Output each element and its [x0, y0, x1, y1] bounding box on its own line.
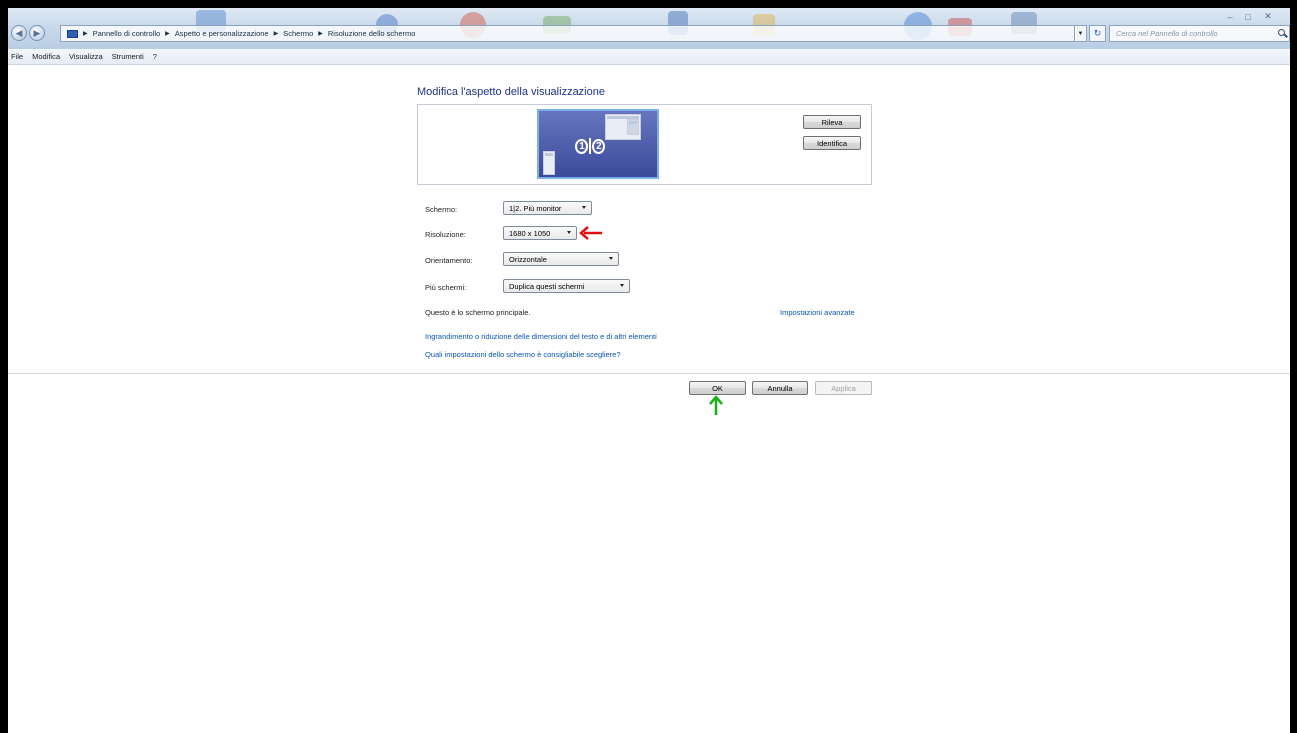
- identify-button[interactable]: Identifica: [803, 136, 861, 150]
- cancel-button[interactable]: Annulla: [752, 381, 808, 395]
- menu-tools[interactable]: Strumenti: [112, 52, 144, 61]
- monitor-1-2[interactable]: 1 2: [537, 109, 659, 179]
- breadcrumb-control-panel[interactable]: Pannello di controllo: [93, 29, 161, 38]
- resolution-select[interactable]: 1680 x 1050: [503, 226, 577, 240]
- chevron-right-icon: ▶: [318, 31, 323, 37]
- screen-select-value: 1|2. Più monitor: [509, 203, 562, 213]
- mini-window-thumbnail: [627, 119, 639, 135]
- orientation-select-value: Orizzontale: [509, 254, 547, 264]
- red-arrow-icon: [579, 226, 602, 240]
- monitor-separator: [589, 138, 591, 154]
- address-dropdown-button[interactable]: ▼: [1074, 25, 1087, 42]
- search-input[interactable]: Cerca nel Pannello di controllo: [1109, 25, 1290, 42]
- screen-label: Schermo:: [425, 205, 458, 214]
- window: – □ ✕ ◀ ▶ ▶ Pannello di controllo ▶ Aspe…: [8, 8, 1290, 733]
- close-button[interactable]: ✕: [1260, 10, 1276, 23]
- orientation-label: Orientamento:: [425, 256, 473, 265]
- menu-bar: File Modifica Visualizza Strumenti ?: [8, 49, 1290, 65]
- menu-file[interactable]: File: [11, 52, 23, 61]
- mini-window-thumbnail: [543, 151, 555, 175]
- monitor-number-1: 1: [575, 138, 589, 154]
- breadcrumb-display[interactable]: Schermo: [283, 29, 313, 38]
- multiple-displays-label: Più schermi:: [425, 283, 467, 292]
- address-bar[interactable]: ▶ Pannello di controllo ▶ Aspetto e pers…: [60, 25, 1078, 42]
- chevron-down-icon: [620, 284, 624, 287]
- chevron-right-icon: ▶: [273, 31, 279, 37]
- resolution-select-value: 1680 x 1050: [509, 228, 551, 238]
- chevron-down-icon: [609, 257, 613, 260]
- orientation-select[interactable]: Orizzontale: [503, 252, 619, 266]
- search-placeholder: Cerca nel Pannello di controllo: [1116, 29, 1218, 38]
- resize-text-link[interactable]: Ingrandimento o riduzione delle dimensio…: [425, 332, 657, 341]
- multiple-displays-select[interactable]: Duplica questi schermi: [503, 279, 630, 293]
- ok-button[interactable]: OK: [689, 381, 746, 395]
- chevron-down-icon: [582, 206, 586, 209]
- display-preview: 1 2 Rileva Identifica: [417, 104, 872, 185]
- green-arrow-icon: [709, 395, 723, 415]
- minimize-button[interactable]: –: [1222, 10, 1238, 23]
- resolution-label: Risoluzione:: [425, 230, 466, 239]
- page-title: Modifica l'aspetto della visualizzazione: [417, 86, 605, 98]
- chevron-right-icon: ▶: [83, 31, 88, 37]
- monitor-number-label: 1 2: [575, 131, 606, 161]
- breadcrumb-screen-resolution[interactable]: Risoluzione dello schermo: [328, 29, 416, 38]
- apply-button[interactable]: Applica: [815, 381, 872, 395]
- menu-help[interactable]: ?: [153, 52, 157, 61]
- chevron-right-icon: ▶: [165, 31, 170, 37]
- forward-icon[interactable]: ▶: [29, 25, 45, 41]
- menu-edit[interactable]: Modifica: [32, 52, 60, 61]
- title-bar: – □ ✕ ◀ ▶ ▶ Pannello di controllo ▶ Aspe…: [8, 8, 1290, 49]
- screen-select[interactable]: 1|2. Più monitor: [503, 201, 592, 215]
- breadcrumb-appearance[interactable]: Aspetto e personalizzazione: [175, 29, 269, 38]
- detect-button[interactable]: Rileva: [803, 115, 861, 129]
- advanced-settings-link[interactable]: Impostazioni avanzate: [780, 308, 855, 317]
- maximize-button[interactable]: □: [1240, 10, 1256, 23]
- search-icon[interactable]: [1278, 29, 1285, 36]
- chevron-down-icon: [567, 231, 571, 234]
- monitor-number-2: 2: [591, 138, 606, 154]
- menu-view[interactable]: Visualizza: [69, 52, 103, 61]
- divider: [8, 373, 1290, 374]
- multiple-displays-select-value: Duplica questi schermi: [509, 281, 585, 291]
- primary-display-note: Questo è lo schermo principale.: [425, 308, 531, 317]
- refresh-icon[interactable]: ↻: [1089, 25, 1106, 42]
- control-panel-icon: [67, 29, 78, 38]
- which-settings-link[interactable]: Quali impostazioni dello schermo è consi…: [425, 350, 621, 359]
- content-area: Modifica l'aspetto della visualizzazione…: [8, 65, 1290, 733]
- back-icon[interactable]: ◀: [11, 25, 27, 41]
